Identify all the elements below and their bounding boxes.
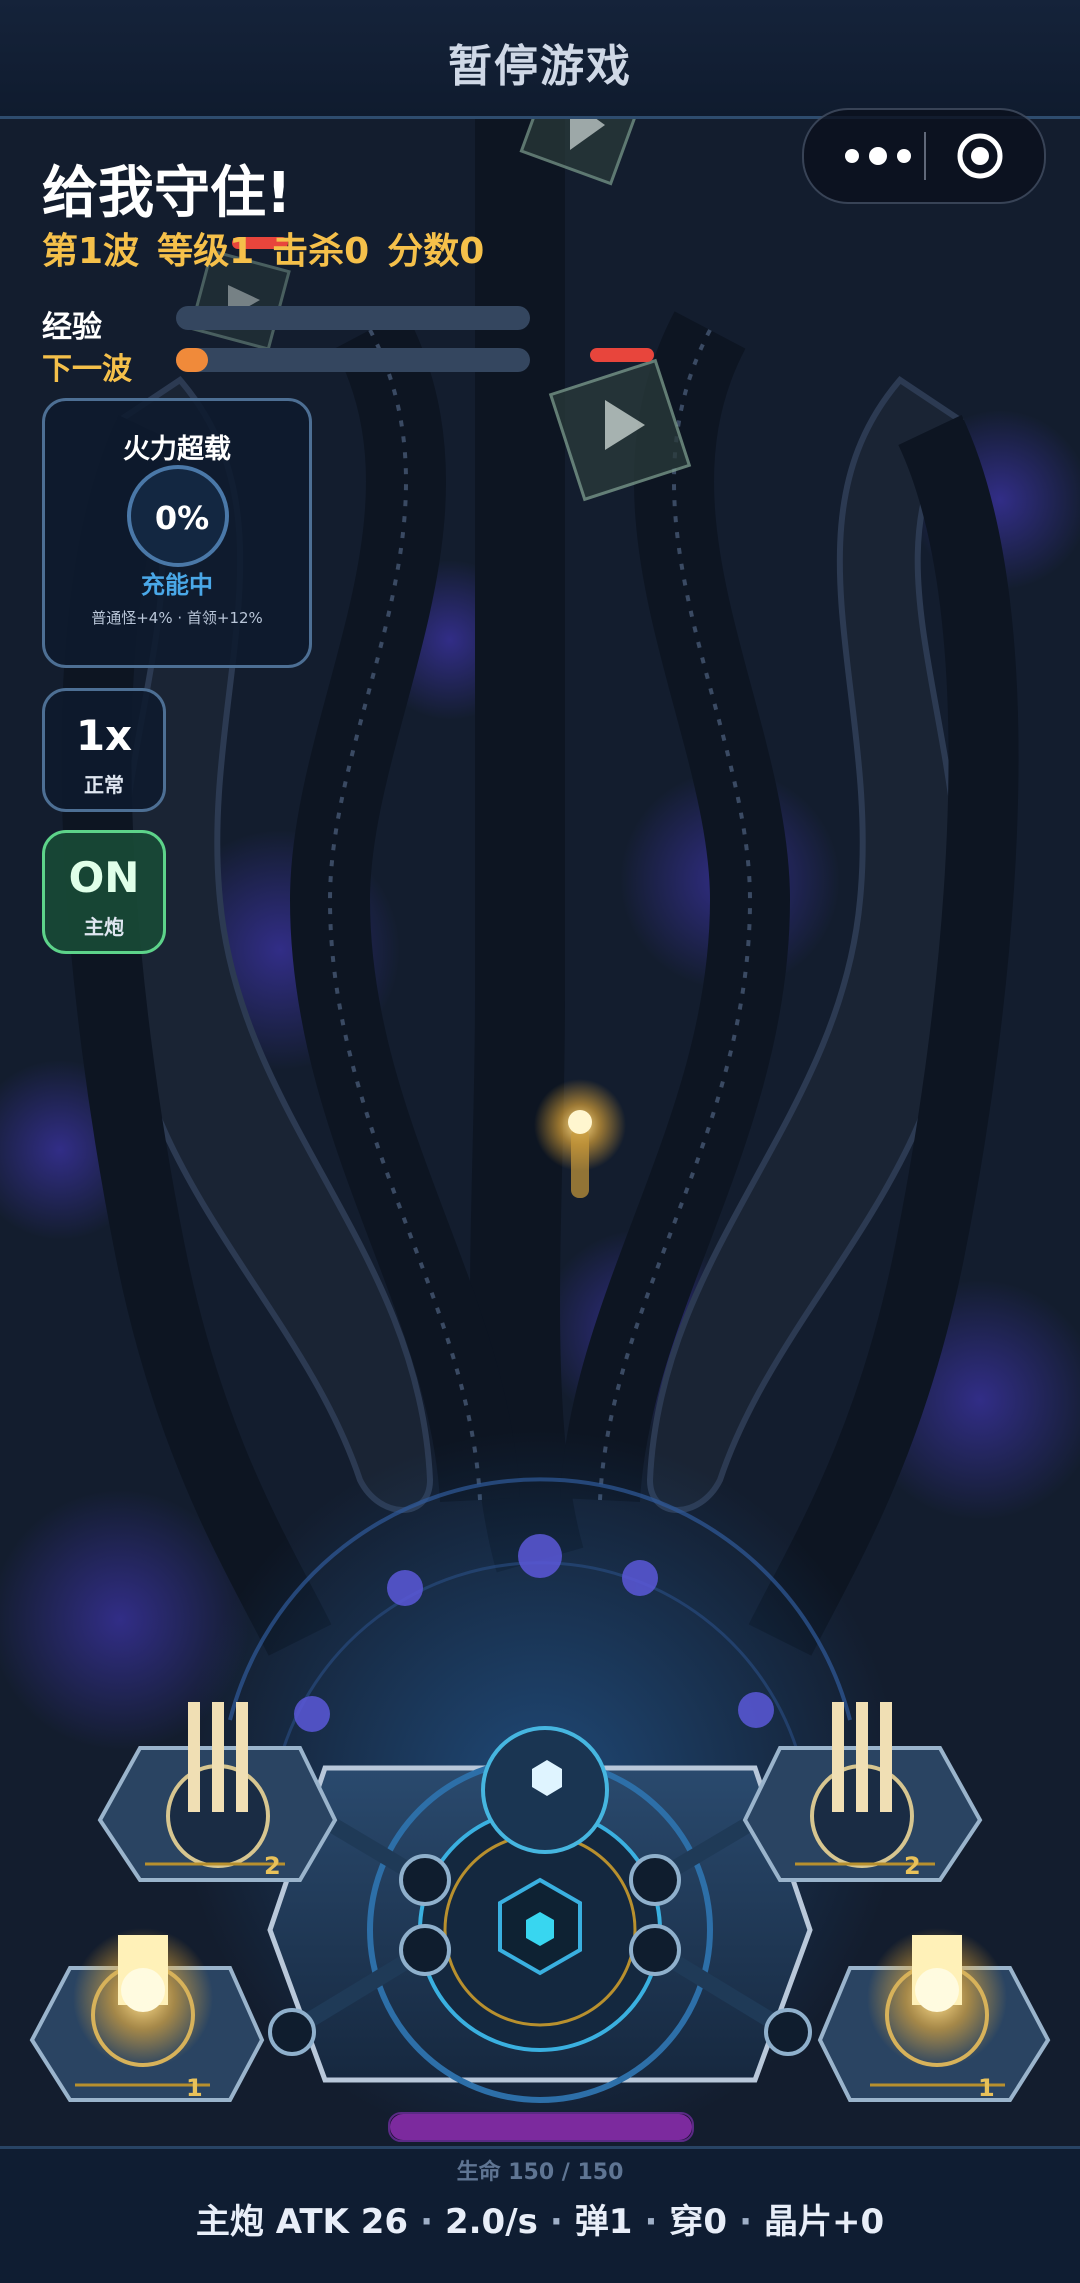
enemy-hp-bar <box>590 348 654 362</box>
base-hp-bar <box>388 2112 694 2142</box>
main-cannon-toggle[interactable]: ON 主炮 <box>42 830 166 954</box>
ammo-count: 弹1 <box>574 2202 633 2242</box>
ellipsis-icon[interactable] <box>834 134 922 178</box>
speed-button[interactable]: 1x 正常 <box>42 688 166 812</box>
next-wave-label: 下一波 <box>42 352 132 387</box>
separator-dot: · <box>739 2202 752 2242</box>
menu-capsule <box>802 108 1046 204</box>
player-level: 等级1 <box>157 231 255 272</box>
toggle-value: ON <box>68 853 140 902</box>
fire-rate: 2.0/s <box>444 2202 538 2242</box>
pierce-count: 穿0 <box>669 2202 728 2242</box>
toggle-label: 主炮 <box>84 915 124 939</box>
turret-level-label: 2 <box>264 1852 281 1880</box>
separator-dot: · <box>549 2202 563 2242</box>
separator-dot: · <box>644 2202 658 2242</box>
battlefield-background: 2 2 1 1 <box>0 0 1080 2280</box>
fire-overload-panel[interactable]: 火力超载 0% 充能中 普通怪+4% · 首领+12% <box>42 398 312 668</box>
overload-status: 充能中 <box>141 571 213 599</box>
cannon-stats: 主炮 ATK 26 · 2.0/s · 弹1 · 穿0 · 晶片+0 <box>0 2194 1080 2243</box>
base-hp-fill <box>390 2114 692 2140</box>
kill-count: 击杀0 <box>272 231 370 272</box>
overload-note: 普通怪+4% · 首领+12% <box>91 609 263 627</box>
score: 分数0 <box>387 231 485 272</box>
overload-percent: 0% <box>154 499 210 537</box>
base-hp-text: 生命 150 / 150 <box>456 2160 624 2185</box>
next-wave-bar <box>176 348 530 372</box>
exp-bar <box>176 306 530 330</box>
turret-level-label: 1 <box>186 2074 203 2102</box>
speed-value: 1x <box>75 711 133 760</box>
capsule-divider <box>924 132 926 180</box>
stats-line: 第1波 等级1 击杀0 分数0 <box>42 222 502 274</box>
exp-label: 经验 <box>42 310 102 345</box>
wave-count: 第1波 <box>42 231 140 272</box>
overload-charge-ring: 0% <box>127 465 229 567</box>
separator-dot: · <box>420 2202 433 2242</box>
pause-game-title[interactable]: 暂停游戏 <box>0 30 1080 94</box>
turret-level-label: 2 <box>904 1852 921 1880</box>
shard-bonus: 晶片+0 <box>763 2202 885 2242</box>
turret-level-label: 1 <box>978 2074 995 2102</box>
top-bar: 暂停游戏 <box>0 0 1080 119</box>
cannon-atk: 主炮 ATK 26 <box>195 2202 409 2242</box>
next-wave-bar-fill <box>176 348 208 372</box>
overload-title: 火力超载 <box>123 434 231 465</box>
target-circle-icon[interactable] <box>956 132 1004 180</box>
mission-title: 给我守住! <box>42 161 292 226</box>
speed-label: 正常 <box>84 773 124 797</box>
